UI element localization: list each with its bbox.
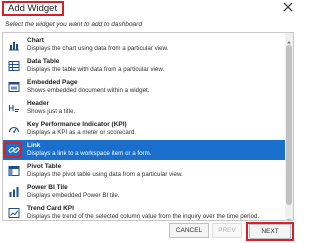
widget-item-kpi[interactable]: Key Performance Indicator (KPI) Displays… [3,119,285,139]
widget-description: Displays a KPI as a meter or scorecard. [27,129,137,136]
next-button[interactable]: NEXT [249,224,291,239]
header-icon [8,102,20,114]
gauge-icon [8,123,20,135]
widget-item-header[interactable]: Header Shows just a title. [3,98,285,118]
scrollbar-thumb[interactable] [286,45,292,205]
widget-description: Displays a link to a workspace item or a… [27,150,152,157]
table-icon [8,60,20,72]
widget-name: Trend Card KPI [27,205,74,212]
cancel-button[interactable]: CANCEL [169,223,209,238]
embedded-page-icon [8,81,20,93]
dialog-title: Add Widget [2,1,64,16]
bar-chart-icon [8,39,20,51]
dialog-footer: CANCEL PREV NEXT [0,222,296,243]
widget-description: Displays the table with data from a part… [27,66,165,73]
pivot-table-icon [8,165,20,177]
widget-item-embedded-page[interactable]: Embedded Page Shows embedded document wi… [3,77,285,97]
widget-description: Displays the trend of the selected colum… [27,213,260,220]
widget-item-power-bi-tile[interactable]: Power BI Tile Displays embedded Power BI… [3,182,285,202]
close-icon[interactable] [282,1,294,13]
widget-list: Chart Displays the chart using data from… [2,32,294,221]
widget-name: Power BI Tile [27,184,68,191]
link-icon [8,144,20,156]
dialog-title-bar: Add Widget [0,0,296,17]
widget-description: Displays the pivot table using data from… [27,171,183,178]
widget-name: Pivot Table [27,163,62,170]
scroll-up-icon[interactable] [285,33,293,44]
widget-item-link[interactable]: Link Displays a link to a workspace item… [3,140,285,160]
dialog-subtitle: Select the widget you want to add to das… [5,21,142,28]
widget-name: Chart [27,37,44,44]
scroll-down-icon[interactable] [285,212,293,220]
add-widget-dialog: Add Widget Select the widget you want to… [0,0,296,243]
widget-item-data-table[interactable]: Data Table Displays the table with data … [3,56,285,76]
widget-description: Displays embedded Power BI tile. [27,192,120,199]
widget-description: Displays the chart using data from a par… [27,45,169,52]
widget-item-pivot-table[interactable]: Pivot Table Displays the pivot table usi… [3,161,285,181]
widget-description: Shows just a title. [27,108,76,115]
widget-item-trend-card-kpi[interactable]: Trend Card KPI Displays the trend of the… [3,203,285,220]
widget-name: Key Performance Indicator (KPI) [27,121,127,128]
list-scrollbar[interactable] [285,33,293,220]
widget-name: Data Table [27,58,60,65]
prev-button[interactable]: PREV [212,223,242,238]
trend-card-icon [8,207,20,219]
power-bi-icon [8,186,20,198]
widget-name: Link [27,142,41,149]
widget-description: Shows embedded document within a widget. [27,87,150,94]
widget-item-chart[interactable]: Chart Displays the chart using data from… [3,35,285,55]
next-button-highlight: NEXT [246,222,294,241]
widget-name: Header [27,100,50,107]
widget-name: Embedded Page [27,79,78,86]
